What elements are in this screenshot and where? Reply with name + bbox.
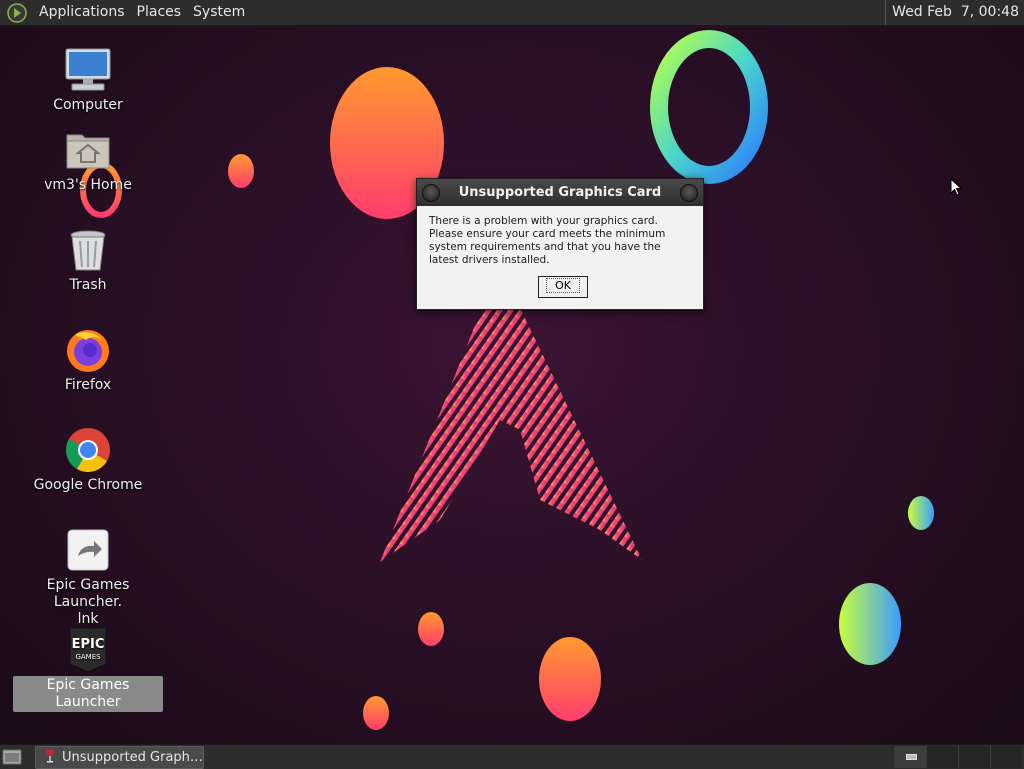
trash-icon: [70, 230, 106, 271]
chrome-icon: [66, 428, 110, 472]
workspace-window-mark: [906, 754, 917, 760]
desktop-icon-label: vm3's Home: [44, 177, 132, 193]
workspace-4[interactable]: [990, 746, 1022, 768]
desktop-icon-label: Trash: [69, 277, 107, 293]
taskbar-window-label: Unsupported Graph…: [62, 750, 203, 765]
svg-text:GAMES: GAMES: [75, 653, 101, 661]
dialog-titlebar[interactable]: Unsupported Graphics Card: [417, 179, 703, 206]
window-menu-icon[interactable]: [422, 184, 440, 202]
ok-button[interactable]: OK: [538, 276, 588, 298]
dialog-title: Unsupported Graphics Card: [458, 185, 662, 200]
workspace-2[interactable]: [926, 746, 958, 768]
distro-logo-icon[interactable]: [7, 2, 27, 23]
window-close-icon[interactable]: [680, 184, 698, 202]
ok-button-label: OK: [546, 278, 580, 293]
desktop-icon-computer[interactable]: Computer: [13, 46, 163, 115]
desktop-icon-epic-shortcut[interactable]: Epic Games Launcher. lnk: [13, 526, 163, 629]
desktop-icon-trash[interactable]: Trash: [13, 226, 163, 295]
unsupported-graphics-dialog: Unsupported Graphics Card There is a pro…: [416, 178, 704, 310]
workspace-1[interactable]: [894, 746, 926, 768]
top-panel: Applications Places System Wed Feb 7, 00…: [0, 0, 1024, 26]
taskbar-window-button[interactable]: Unsupported Graph…: [35, 746, 204, 769]
desktop-icon-label: Epic Games Launcher. lnk: [46, 577, 130, 627]
computer-icon: [65, 48, 111, 91]
firefox-icon: [67, 330, 109, 372]
home-folder-icon: [66, 134, 110, 169]
desktop-icon-epic-games[interactable]: EPIC GAMES Epic Games Launcher: [13, 626, 163, 712]
mouse-pointer-icon: [950, 178, 962, 196]
svg-text:EPIC: EPIC: [72, 637, 105, 652]
desktop-icon-label: Google Chrome: [33, 477, 143, 493]
desktop-icon-firefox[interactable]: Firefox: [13, 326, 163, 395]
desktop-icon-label: Epic Games Launcher: [13, 676, 163, 712]
shortcut-icon: [67, 529, 109, 571]
desktop-icon-label: Computer: [53, 97, 123, 113]
desktop-icon-label: Firefox: [64, 377, 112, 393]
system-menu[interactable]: System: [187, 0, 251, 25]
desktop-icon-chrome[interactable]: Google Chrome: [13, 426, 163, 495]
show-desktop-icon[interactable]: [2, 748, 22, 766]
workspace-3[interactable]: [958, 746, 990, 768]
clock[interactable]: Wed Feb 7, 00:48: [885, 0, 1019, 25]
dialog-message: There is a problem with your graphics ca…: [429, 215, 666, 266]
wine-glass-icon: [46, 750, 54, 763]
applications-menu[interactable]: Applications: [33, 0, 131, 25]
places-menu[interactable]: Places: [131, 0, 188, 25]
epic-games-icon: EPIC GAMES: [69, 627, 107, 673]
desktop-icon-home[interactable]: vm3's Home: [13, 126, 163, 195]
bottom-panel: Unsupported Graph…: [0, 744, 1024, 769]
